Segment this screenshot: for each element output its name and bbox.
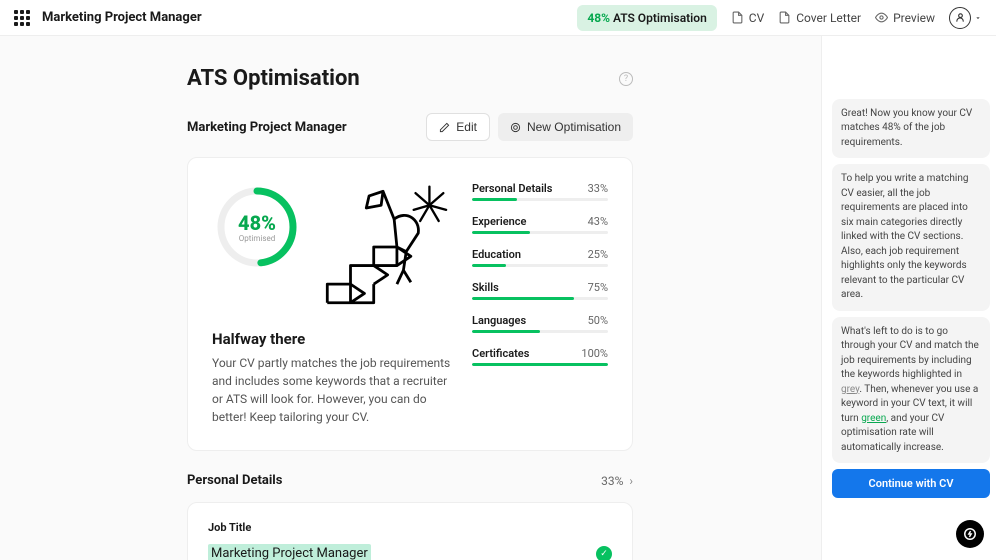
ats-pill[interactable]: 48% ATS Optimisation [577, 5, 716, 31]
preview-button[interactable]: Preview [875, 11, 935, 25]
metric-value: 75% [588, 281, 608, 294]
page-title: ATS Optimisation [187, 66, 360, 91]
eye-icon [875, 11, 888, 24]
personal-details-card: Job Title Marketing Project Manager ✓ Lo… [187, 502, 633, 560]
metric-row: Languages 50% [472, 314, 608, 333]
progress-bar [472, 363, 608, 366]
job-title-label: Job Title [208, 521, 612, 534]
progress-bar [472, 231, 608, 234]
doc-title: Marketing Project Manager [42, 10, 202, 25]
gauge-label: Optimised [239, 234, 275, 243]
progress-bar [472, 264, 608, 267]
metric-value: 33% [588, 182, 608, 195]
summary-body: Your CV partly matches the job requireme… [212, 354, 452, 426]
metric-row: Experience 43% [472, 215, 608, 234]
metric-label: Experience [472, 215, 526, 228]
chat-message: What's left to do is to go through your … [832, 317, 990, 464]
metric-label: Languages [472, 314, 526, 327]
target-icon [510, 122, 521, 133]
metric-value: 43% [588, 215, 608, 228]
metric-row: Education 25% [472, 248, 608, 267]
section-header-personal-details[interactable]: Personal Details 33% › [187, 473, 633, 488]
metric-label: Education [472, 248, 521, 261]
chevron-right-icon: › [629, 474, 633, 488]
metric-row: Skills 75% [472, 281, 608, 300]
metric-value: 100% [581, 347, 608, 360]
chat-fab[interactable] [956, 520, 984, 548]
metric-label: Personal Details [472, 182, 552, 195]
edit-button[interactable]: Edit [426, 113, 490, 141]
metric-row: Certificates 100% [472, 347, 608, 366]
summary-heading: Halfway there [212, 330, 452, 348]
section-title: Personal Details [187, 473, 282, 488]
chat-panel: Great! Now you know your CV matches 48% … [821, 36, 996, 560]
job-title-heading: Marketing Project Manager [187, 120, 347, 135]
check-icon: ✓ [596, 546, 612, 560]
apps-icon[interactable] [14, 10, 30, 26]
user-icon [949, 7, 971, 29]
cover-letter-button[interactable]: Cover Letter [778, 11, 861, 25]
chevron-down-icon [974, 14, 982, 22]
job-title-keyword[interactable]: Marketing Project Manager [208, 544, 371, 560]
chat-message: To help you write a matching CV easier, … [832, 164, 990, 311]
progress-bar [472, 297, 608, 300]
metric-label: Skills [472, 281, 499, 294]
pencil-icon [439, 122, 450, 133]
job-title-row: Job Title Marketing Project Manager ✓ [188, 503, 632, 560]
continue-cv-button[interactable]: Continue with CV [832, 469, 990, 498]
metric-row: Personal Details 33% [472, 182, 608, 201]
chat-message: Great! Now you know your CV matches 48% … [832, 99, 990, 159]
document-icon [731, 11, 744, 24]
cv-button[interactable]: CV [731, 11, 764, 25]
metric-value: 25% [588, 248, 608, 261]
document-icon [778, 11, 791, 24]
ats-pill-label: ATS Optimisation [613, 11, 707, 25]
climbing-illustration [318, 182, 448, 312]
account-menu[interactable] [949, 7, 982, 29]
help-icon[interactable]: ? [619, 72, 633, 86]
overview-card: 48% Optimised [187, 157, 633, 451]
bolt-icon [963, 527, 977, 541]
new-optimisation-button[interactable]: New Optimisation [498, 113, 633, 141]
progress-bar [472, 330, 608, 333]
metric-label: Certificates [472, 347, 529, 360]
ats-pill-pct: 48% [587, 11, 610, 25]
metric-value: 50% [588, 314, 608, 327]
progress-bar [472, 198, 608, 201]
section-pct: 33% [601, 474, 623, 488]
gauge-percent: 48% [238, 211, 276, 235]
progress-gauge: 48% Optimised [212, 182, 302, 272]
